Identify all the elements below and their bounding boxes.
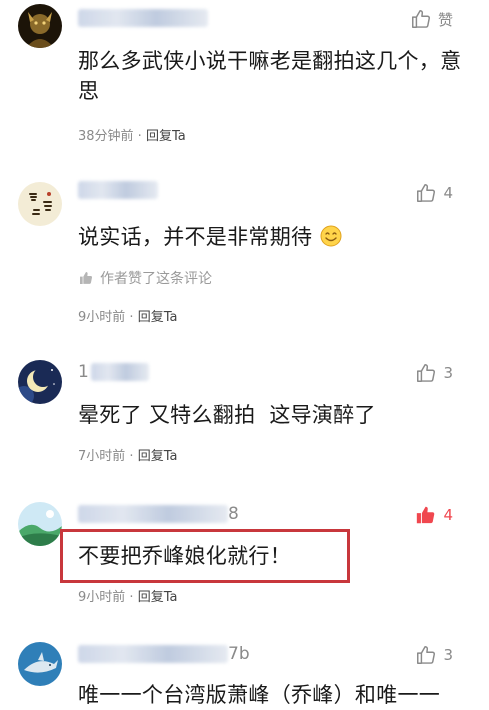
meta-separator: · xyxy=(125,449,138,464)
comment-meta: 7小时前 · 回复Ta xyxy=(78,445,177,464)
timestamp: 38分钟前 xyxy=(78,129,134,144)
comment-meta: 9小时前 · 回复Ta xyxy=(78,306,177,325)
comment-meta: 9小时前 · 回复Ta xyxy=(78,586,177,605)
meta-separator: · xyxy=(133,129,146,144)
like-button[interactable]: 3 xyxy=(415,644,453,666)
timestamp: 9小时前 xyxy=(78,310,126,325)
like-count: 4 xyxy=(443,184,453,202)
comment-meta: 38分钟前 · 回复Ta xyxy=(78,125,186,144)
timestamp: 7小时前 xyxy=(78,449,126,464)
reply-button[interactable]: 回复Ta xyxy=(138,449,178,464)
username[interactable]: 1 xyxy=(78,362,149,382)
comment-text: 不要把乔峰娘化就行！ xyxy=(78,544,291,568)
author-liked-label: 作者赞了这条评论 xyxy=(100,271,212,287)
thumbs-up-filled-icon xyxy=(417,506,435,524)
like-count: 4 xyxy=(443,506,453,524)
like-button[interactable]: 3 xyxy=(415,362,453,384)
warrior-avatar-icon[interactable] xyxy=(18,4,62,48)
reply-button[interactable]: 回复Ta xyxy=(146,129,186,144)
comment-text: 那么多武侠小说干嘛老是翻拍这几个，意思 xyxy=(78,49,462,103)
reply-button[interactable]: 回复Ta xyxy=(138,590,178,605)
like-button[interactable]: 4 xyxy=(415,182,453,204)
comment-text: 唯一一个台湾版萧峰（乔峰）和唯一一 xyxy=(78,683,441,707)
comment-text: 晕死了 又特么翻拍 这导演醉了 xyxy=(78,403,376,427)
comment-text-body: 说实话，并不是非常期待 xyxy=(78,225,313,249)
comment-item: 8 4 不要把乔峰娘化就行！ 9小时前 · 回复Ta xyxy=(0,494,489,614)
like-count: 3 xyxy=(443,646,453,664)
username-suffix: 8 xyxy=(228,504,239,524)
thumbs-up-icon xyxy=(412,10,430,28)
thumbs-up-filled-icon xyxy=(80,272,93,284)
timestamp: 9小时前 xyxy=(78,590,126,605)
landscape-avatar-icon[interactable] xyxy=(18,502,62,546)
comment-item: 4 说实话，并不是非常期待 作者赞了这条评论 9小时前 · 回复Ta xyxy=(0,172,489,332)
author-liked-note: 作者赞了这条评论 xyxy=(78,268,212,288)
shark-avatar-icon[interactable] xyxy=(18,642,62,686)
moon-avatar-icon[interactable] xyxy=(18,360,62,404)
thumbs-up-icon xyxy=(417,184,436,202)
like-count: 3 xyxy=(443,364,453,382)
username[interactable]: 8 xyxy=(78,504,239,524)
meta-separator: · xyxy=(125,590,138,605)
reply-button[interactable]: 回复Ta xyxy=(138,310,178,325)
thumbs-up-icon xyxy=(417,364,436,382)
meta-separator: · xyxy=(125,310,138,325)
username[interactable] xyxy=(78,8,208,28)
smiley-emoji-icon xyxy=(320,225,342,247)
like-label: 赞 xyxy=(437,10,453,29)
comment-item: 7b 3 唯一一个台湾版萧峰（乔峰）和唯一一 xyxy=(0,634,489,707)
like-button[interactable]: 赞 xyxy=(410,8,453,30)
calligraphy-avatar-icon[interactable] xyxy=(18,182,62,226)
username-suffix: 7b xyxy=(228,644,250,664)
comment-item: 赞 那么多武侠小说干嘛老是翻拍这几个，意思 38分钟前 · 回复Ta xyxy=(0,0,489,150)
comment-text: 说实话，并不是非常期待 xyxy=(78,222,471,252)
username[interactable] xyxy=(78,180,158,200)
username-text: 1 xyxy=(78,362,89,382)
like-button[interactable]: 4 xyxy=(415,504,453,526)
comment-item: 1 3 晕死了 又特么翻拍 这导演醉了 7小时前 · 回复Ta xyxy=(0,352,489,472)
thumbs-up-icon xyxy=(417,646,436,664)
username[interactable]: 7b xyxy=(78,644,250,664)
